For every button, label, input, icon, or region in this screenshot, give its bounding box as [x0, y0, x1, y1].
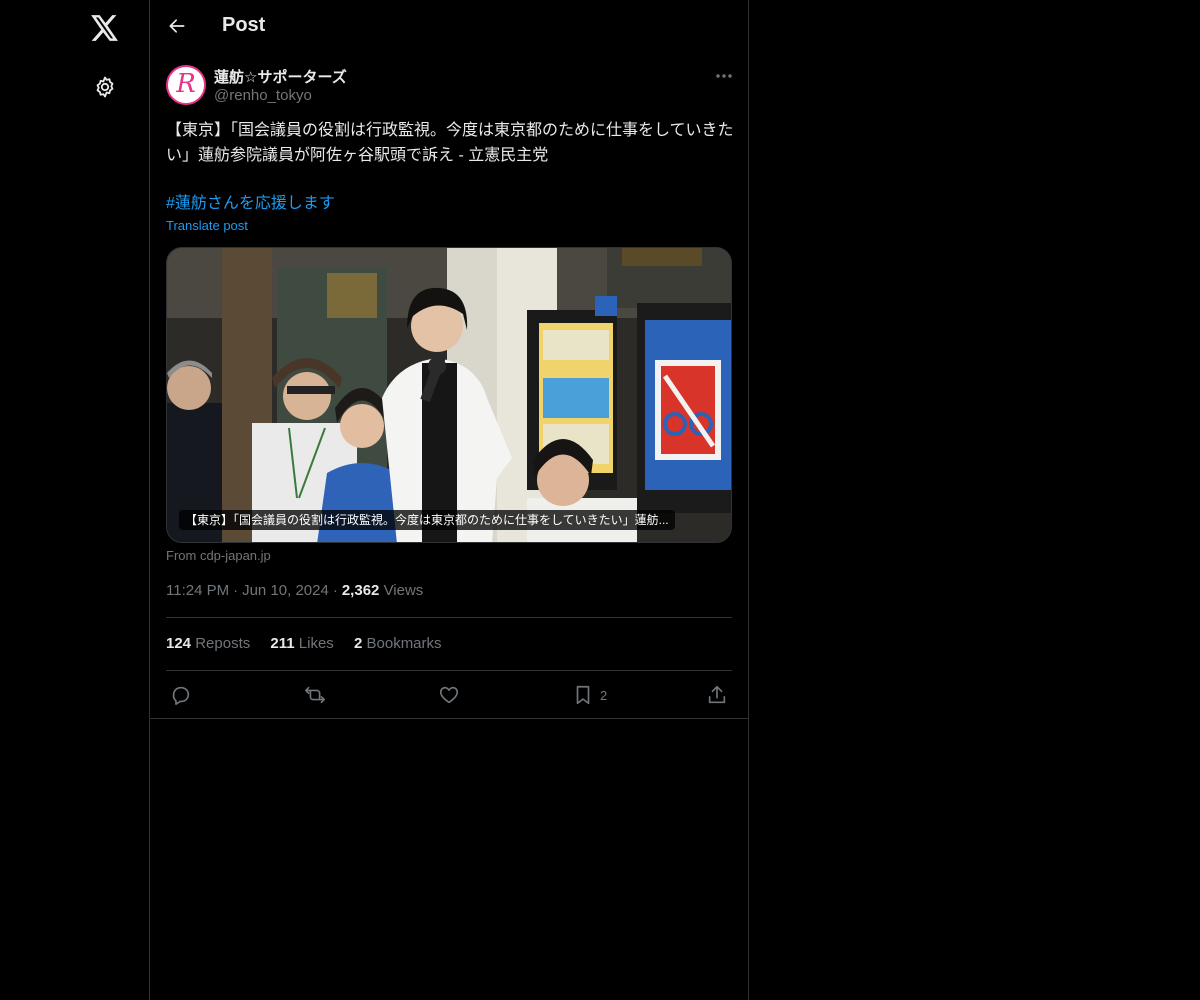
- likes-count: 211: [270, 635, 295, 652]
- views-label: Views: [383, 582, 424, 599]
- back-button[interactable]: [164, 13, 190, 39]
- bookmarks-label: Bookmarks: [366, 635, 442, 652]
- action-bar: 2: [166, 680, 732, 710]
- like-button[interactable]: [438, 680, 460, 710]
- reposts-stat[interactable]: 124 Reposts: [166, 635, 250, 652]
- post-time[interactable]: 11:24 PM: [166, 582, 229, 599]
- author-block: R 蓮舫☆サポーターズ @renho_tokyo: [166, 64, 734, 108]
- author-handle[interactable]: @renho_tokyo: [214, 87, 312, 104]
- repost-icon: [305, 686, 325, 704]
- post-header: Post: [150, 0, 748, 53]
- meta-separator: ·: [233, 582, 239, 599]
- link-card-title: 【東京】「国会議員の役割は行政監視。今度は東京都のために仕事をしていきたい」蓮舫…: [179, 510, 675, 530]
- meta-separator: ·: [332, 582, 338, 599]
- gear-icon[interactable]: [91, 73, 119, 101]
- post-date[interactable]: Jun 10, 2024: [242, 582, 329, 599]
- reply-icon: [172, 686, 190, 705]
- avatar-letter: R: [176, 69, 196, 99]
- share-icon: [708, 685, 726, 704]
- post-text: 【東京】「国会議員の役割は行政監視。今度は東京都のために仕事をしていきたい」蓮舫…: [166, 122, 734, 164]
- arrow-left-icon: [169, 19, 185, 33]
- reposts-label: Reposts: [195, 635, 251, 652]
- page-title: Post: [222, 14, 266, 36]
- link-card-image[interactable]: 【東京】「国会議員の役割は行政監視。今度は東京都のために仕事をしていきたい」蓮舫…: [166, 247, 732, 543]
- link-source[interactable]: From cdp-japan.jp: [166, 548, 271, 563]
- views-count: 2,362: [341, 582, 380, 599]
- author-name[interactable]: 蓮舫☆サポーターズ: [214, 66, 347, 87]
- translate-post-link[interactable]: Translate post: [166, 218, 248, 233]
- reply-button[interactable]: [170, 680, 192, 710]
- bookmark-action-count: 2: [600, 687, 608, 703]
- bookmark-icon: [576, 685, 590, 705]
- avatar[interactable]: R: [166, 65, 206, 105]
- likes-stat[interactable]: 211 Likes: [270, 635, 333, 652]
- repost-button[interactable]: [303, 680, 327, 710]
- likes-label: Likes: [298, 635, 334, 652]
- hashtag-link[interactable]: #蓮舫さんを応援します: [166, 191, 335, 216]
- reposts-count: 124: [166, 635, 192, 652]
- divider: [166, 670, 732, 671]
- more-dots-icon: [716, 74, 732, 78]
- x-logo-icon[interactable]: [89, 12, 121, 44]
- share-button[interactable]: [706, 680, 728, 710]
- post-column: Post R 蓮舫☆サポーターズ @renho_tokyo 【東京】「国会議員の…: [149, 0, 749, 1000]
- post-photo: [167, 248, 731, 542]
- divider: [166, 617, 732, 618]
- more-options-button[interactable]: [714, 66, 734, 86]
- left-nav: [0, 0, 150, 1000]
- bookmarks-stat[interactable]: 2 Bookmarks: [354, 635, 442, 652]
- bookmark-button[interactable]: 2: [572, 680, 607, 710]
- bookmarks-count: 2: [353, 635, 363, 652]
- heart-icon: [439, 686, 459, 704]
- divider: [150, 718, 748, 719]
- engagement-stats: 124 Reposts 211 Likes 2 Bookmarks: [166, 635, 458, 652]
- post-meta: 11:24 PM · Jun 10, 2024 · 2,362 Views: [166, 582, 423, 599]
